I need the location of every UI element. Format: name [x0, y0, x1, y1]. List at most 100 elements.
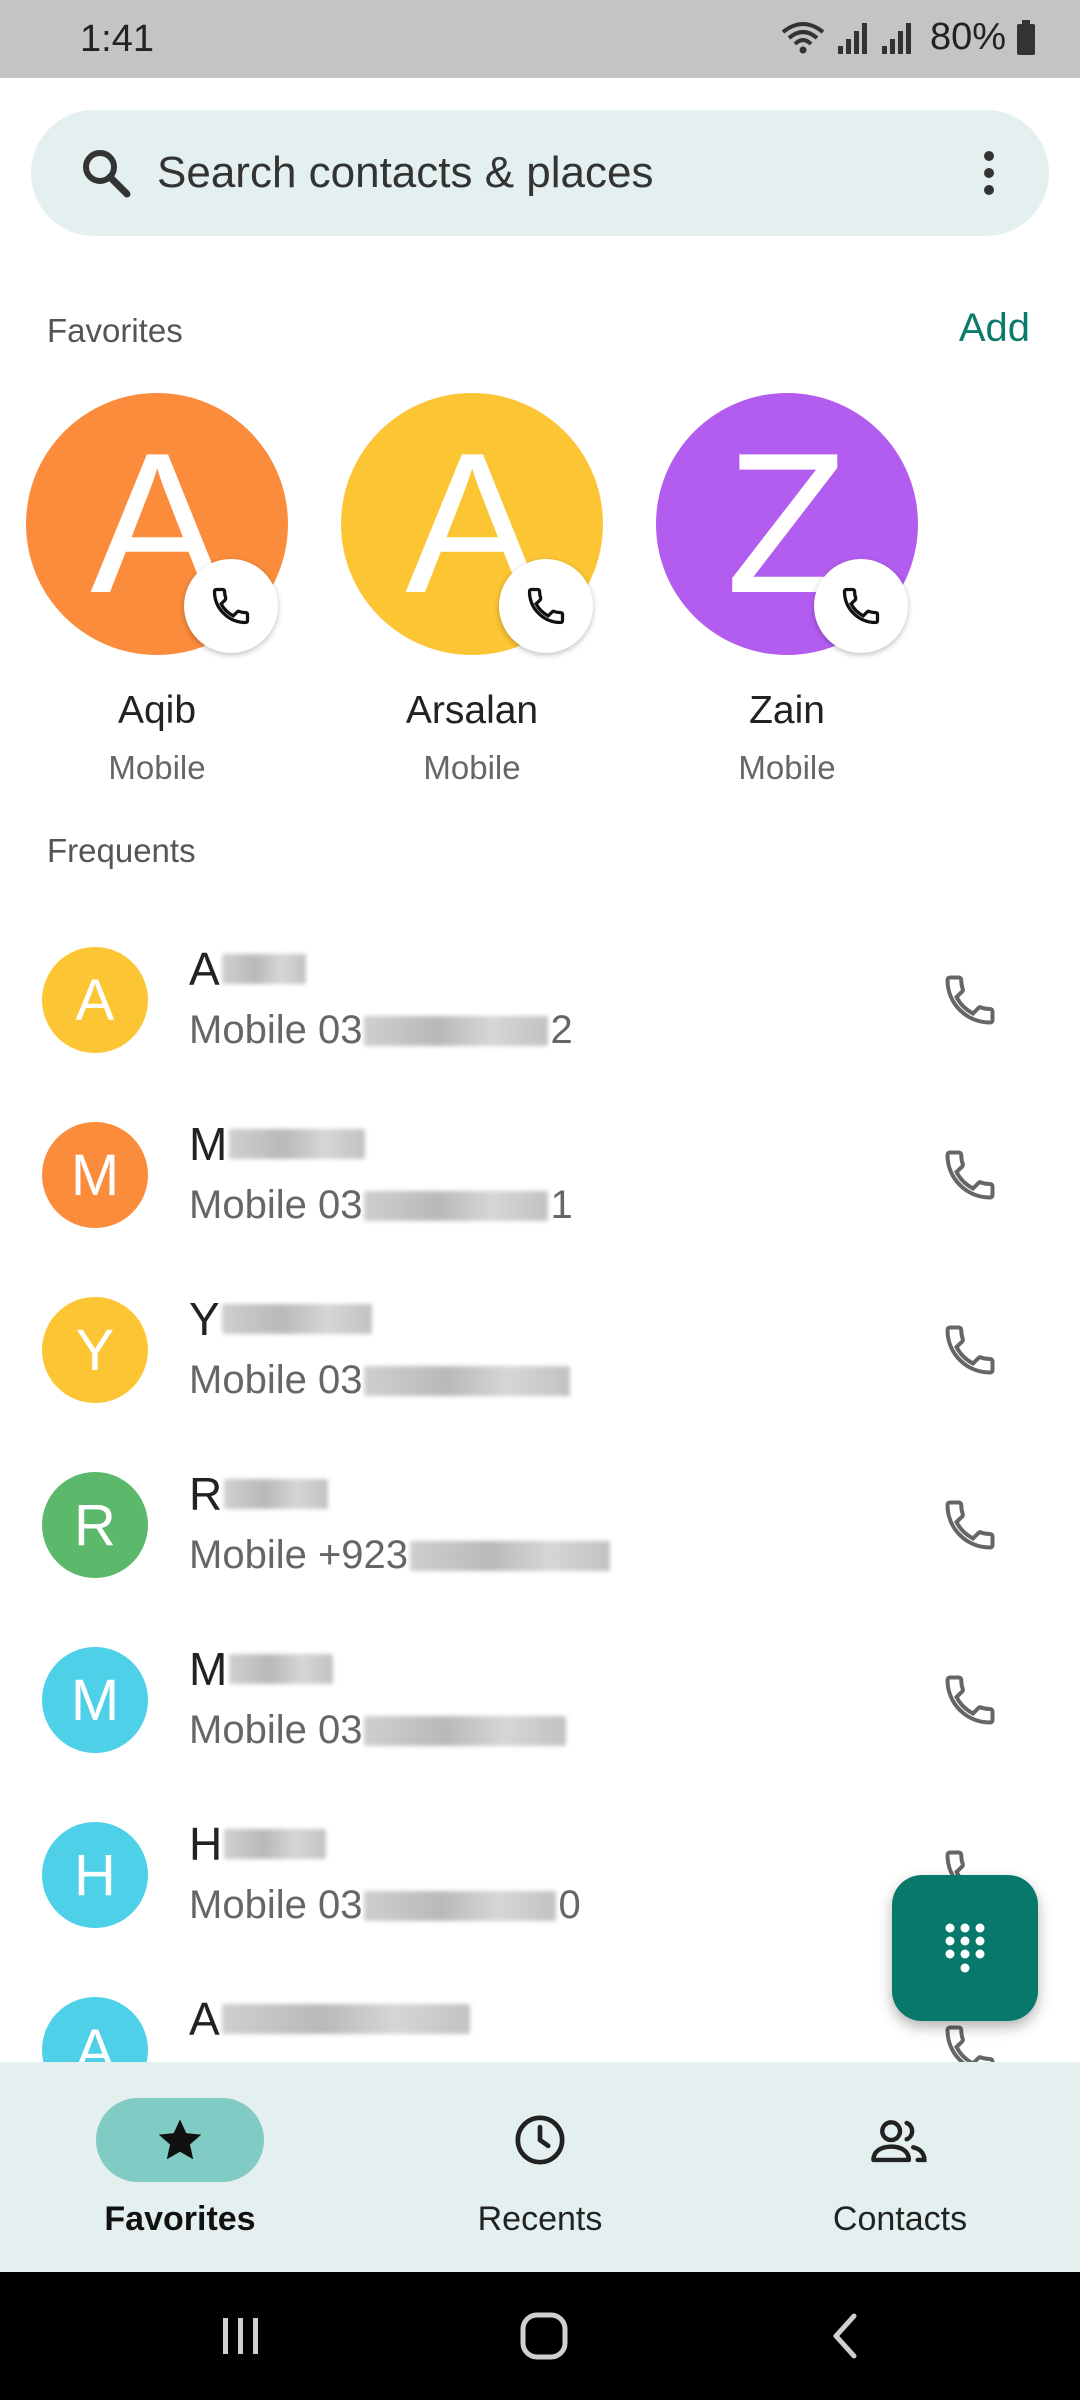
phone-icon[interactable]	[940, 1495, 1000, 1555]
tab-label: Favorites	[104, 2200, 256, 2238]
contact-name: M	[189, 1642, 335, 1696]
avatar: Y	[42, 1297, 148, 1403]
redacted-text	[364, 1365, 571, 1396]
search-input[interactable]: Search contacts & places	[157, 148, 653, 198]
favorite-name: Aqib	[117, 689, 197, 732]
favorite-contact[interactable]: Z Zain Mobile	[656, 393, 918, 793]
number-prefix: Mobile 03	[189, 1008, 363, 1052]
list-item[interactable]: M M Mobile 03 1	[0, 1075, 1080, 1250]
number-prefix: Mobile +923	[189, 1533, 409, 1577]
favorite-call-button[interactable]	[499, 559, 593, 653]
contact-name-visible: Y	[189, 1293, 220, 1345]
contact-name-visible: A	[189, 1993, 220, 2045]
star-icon	[158, 2119, 202, 2160]
redacted-text	[221, 954, 306, 984]
phone-icon[interactable]	[940, 1670, 1000, 1730]
dialpad-icon	[945, 1923, 985, 1973]
avatar: A	[42, 1997, 148, 2062]
frequents-section-title: Frequents	[47, 832, 196, 869]
status-bar: 1:41 80%	[0, 0, 1080, 78]
contact-name: H	[189, 1817, 328, 1871]
redacted-text	[224, 1829, 327, 1859]
tab-contacts[interactable]: Contacts	[720, 2062, 1080, 2272]
redacted-text	[364, 1015, 549, 1046]
contact-name: M	[189, 1117, 367, 1171]
tab-recents[interactable]: Recents	[360, 2062, 720, 2272]
contact-name: A	[189, 1992, 472, 2046]
list-item[interactable]: M M Mobile 03	[0, 1600, 1080, 1775]
active-indicator	[96, 2098, 264, 2182]
favorite-number-type: Mobile	[423, 749, 521, 786]
home-icon[interactable]	[514, 2306, 574, 2366]
phone-icon[interactable]	[940, 1320, 1000, 1380]
contact-number: Mobile 03 1	[189, 1183, 573, 1228]
recent-apps-icon[interactable]	[211, 2306, 271, 2366]
contact-number: Mobile 03 2	[189, 1008, 573, 1053]
tab-icon-area	[456, 2098, 624, 2182]
contact-name-visible: H	[189, 1818, 223, 1870]
avatar: H	[42, 1822, 148, 1928]
redacted-text	[221, 2004, 470, 2034]
redacted-text	[224, 1479, 329, 1509]
favorite-contact[interactable]: A Arsalan Mobile	[341, 393, 603, 793]
list-item[interactable]: R R Mobile +923	[0, 1425, 1080, 1600]
clock-icon	[515, 2115, 565, 2165]
favorite-number-type: Mobile	[108, 749, 206, 786]
contact-name-visible: R	[189, 1468, 223, 1520]
wifi-icon	[781, 21, 825, 53]
avatar: A	[42, 947, 148, 1053]
search-bar[interactable]: Search contacts & places	[31, 110, 1049, 236]
favorite-name: Zain	[749, 689, 825, 732]
redacted-text	[364, 1715, 567, 1746]
system-navigation-bar	[0, 2272, 1080, 2400]
contact-name-visible: M	[189, 1643, 228, 1695]
bottom-navigation: Favorites Recents Contacts	[0, 2062, 1080, 2272]
more-vert-icon[interactable]	[979, 144, 999, 202]
list-item[interactable]: A A Mobile 03 2	[0, 900, 1080, 1075]
number-suffix: 0	[558, 1883, 581, 1927]
contact-number: Mobile 03 0	[189, 1883, 581, 1928]
status-time: 1:41	[80, 18, 154, 60]
tab-favorites[interactable]: Favorites	[0, 2062, 360, 2272]
favorite-call-button[interactable]	[814, 559, 908, 653]
tab-label: Contacts	[832, 2200, 968, 2238]
redacted-text	[364, 1890, 557, 1921]
redacted-text	[229, 1129, 366, 1159]
contact-number: Mobile 03	[189, 1708, 568, 1753]
favorite-number-type: Mobile	[738, 749, 836, 786]
number-prefix: Mobile 03	[189, 1183, 363, 1227]
contact-number: Mobile 03	[189, 1358, 572, 1403]
phone-icon	[842, 587, 880, 625]
phone-icon[interactable]	[940, 1145, 1000, 1205]
battery-icon	[1017, 19, 1035, 55]
favorite-call-button[interactable]	[184, 559, 278, 653]
phone-icon[interactable]	[940, 970, 1000, 1030]
number-prefix: Mobile 03	[189, 1358, 363, 1402]
contact-name: R	[189, 1467, 330, 1521]
contact-name-visible: A	[189, 943, 220, 995]
avatar: R	[42, 1472, 148, 1578]
phone-icon[interactable]	[940, 2020, 1000, 2062]
favorite-contact[interactable]: A Aqib Mobile	[26, 393, 288, 793]
signal-icon-2	[881, 22, 911, 54]
contact-name: Y	[189, 1292, 374, 1346]
status-icons: 80%	[780, 16, 1036, 59]
favorites-section-title: Favorites	[47, 312, 183, 349]
tab-label: Recents	[477, 2200, 603, 2238]
add-favorite-button[interactable]: Add	[959, 306, 1030, 351]
contact-name-visible: M	[189, 1118, 228, 1170]
redacted-text	[364, 1190, 549, 1221]
back-icon[interactable]	[816, 2306, 876, 2366]
favorite-name: Arsalan	[405, 689, 539, 732]
avatar: M	[42, 1647, 148, 1753]
redacted-text	[410, 1540, 611, 1571]
dialpad-button[interactable]	[892, 1875, 1038, 2021]
contact-name: A	[189, 942, 308, 996]
redacted-text	[221, 1304, 372, 1334]
signal-icon	[837, 22, 867, 54]
list-item[interactable]: Y Y Mobile 03	[0, 1250, 1080, 1425]
avatar: M	[42, 1122, 148, 1228]
tab-icon-area	[816, 2098, 984, 2182]
phone-icon	[212, 587, 250, 625]
people-icon	[871, 2120, 927, 2163]
